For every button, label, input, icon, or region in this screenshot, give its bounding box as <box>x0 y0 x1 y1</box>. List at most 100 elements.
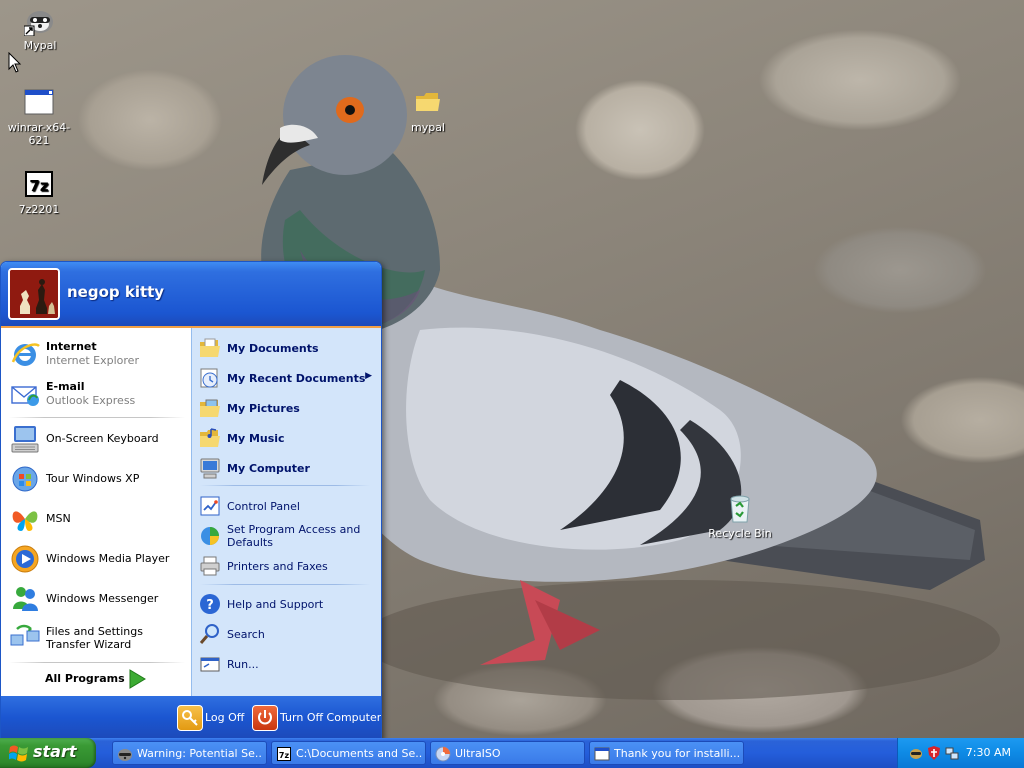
log-off-button[interactable]: Log Off <box>177 704 247 731</box>
media-player-icon <box>11 545 39 573</box>
place-label: My Pictures <box>227 402 300 415</box>
mypal-raccoon-icon <box>24 11 53 36</box>
recent-item-on-screen-keyboard[interactable]: On-Screen Keyboard <box>9 421 187 457</box>
printer-icon <box>200 556 220 576</box>
recent-item-tour-windows-xp[interactable]: Tour Windows XP <box>9 461 187 497</box>
help-icon: ? <box>200 594 220 614</box>
taskbar-item-label: Thank you for installi... <box>614 747 740 760</box>
help-and-support[interactable]: ? Help and Support <box>198 591 378 617</box>
run-icon <box>200 657 220 672</box>
user-name: negop kitty <box>67 283 165 301</box>
desktop-icon-label: winrar-x64-621 <box>7 121 71 147</box>
place-my-recent-documents[interactable]: My Recent Documents ▶ <box>198 365 378 391</box>
place-my-documents[interactable]: My Documents <box>198 335 378 361</box>
mouse-cursor-icon <box>8 52 22 73</box>
recent-item-label: Windows Media Player <box>46 552 170 565</box>
pinned-item-email[interactable]: E-mail Outlook Express <box>9 376 187 412</box>
taskbar-item-warning[interactable]: Warning: Potential Se... <box>112 741 267 765</box>
recent-item-msn[interactable]: MSN <box>9 501 187 537</box>
taskbar-item-label: C:\Documents and Se... <box>296 747 422 760</box>
taskbar-item-ultraiso[interactable]: UltraISO <box>430 741 585 765</box>
tray-raccoon-icon[interactable] <box>908 745 924 761</box>
all-programs-button[interactable]: All Programs <box>1 662 191 696</box>
desktop-icon-label: Recycle Bin <box>708 527 772 540</box>
place-label: My Music <box>227 432 285 445</box>
taskbar: start Warning: Potential Se... 7z C:\Doc… <box>0 738 1024 768</box>
desktop-icon-label: mypal <box>410 121 445 134</box>
music-folder-icon <box>200 428 220 447</box>
network-icon[interactable] <box>944 745 960 761</box>
7zip-icon: 7z <box>25 171 53 197</box>
installer-window-icon <box>594 747 610 761</box>
place-label: My Computer <box>227 462 310 475</box>
pinned-item-title: Internet <box>46 340 97 353</box>
desktop-icon-label: 7z2201 <box>18 203 60 216</box>
recent-item-label: Files and Settings Transfer Wizard <box>46 625 143 651</box>
place-my-pictures[interactable]: My Pictures <box>198 395 378 421</box>
start-menu-header: negop kitty <box>1 262 381 326</box>
all-programs-label: All Programs <box>45 672 125 685</box>
documents-folder-icon <box>200 338 220 357</box>
system-printers-and-faxes[interactable]: Printers and Faxes <box>198 553 378 579</box>
turn-off-computer-button[interactable]: Turn Off Computer <box>252 704 381 731</box>
desktop-icon-winrar[interactable]: winrar-x64-621 <box>0 86 79 147</box>
user-avatar[interactable] <box>8 268 60 320</box>
recent-item-label: Tour Windows XP <box>46 472 140 485</box>
control-panel-icon <box>200 496 220 516</box>
computer-icon <box>200 458 220 479</box>
desktop-icon-label: Mypal <box>23 39 57 52</box>
taskbar-item-7zip[interactable]: 7z C:\Documents and Se... <box>271 741 426 765</box>
start-menu-left-pane: Internet Internet Explorer E-mail Outloo… <box>1 328 191 698</box>
chess-pieces-avatar-icon <box>10 270 58 318</box>
recent-item-windows-media-player[interactable]: Windows Media Player <box>9 541 187 577</box>
installer-window-icon <box>24 89 54 115</box>
divider <box>9 417 185 418</box>
clock[interactable]: 7:30 AM <box>966 746 1011 759</box>
place-my-computer[interactable]: My Computer <box>198 455 378 481</box>
pinned-item-internet[interactable]: Internet Internet Explorer <box>9 336 187 372</box>
recent-item-label: Windows Messenger <box>46 592 159 605</box>
start-button[interactable]: start <box>0 738 96 768</box>
recent-item-label: MSN <box>46 512 71 525</box>
folder-icon <box>416 93 440 111</box>
recent-item-files-settings-transfer[interactable]: Files and Settings Transfer Wizard <box>9 621 187 657</box>
start-menu-body: Internet Internet Explorer E-mail Outloo… <box>1 326 381 698</box>
submenu-arrow-icon: ▶ <box>365 371 372 381</box>
recent-item-windows-messenger[interactable]: Windows Messenger <box>9 581 187 617</box>
desktop-icon-mypal[interactable]: Mypal <box>0 4 80 52</box>
desktop-icon-recycle-bin[interactable]: Recycle Bin <box>700 492 780 540</box>
run-item[interactable]: Run... <box>198 651 378 677</box>
system-control-panel[interactable]: Control Panel <box>198 493 378 519</box>
power-icon <box>252 705 278 731</box>
start-menu: negop kitty Internet Internet Explorer E… <box>0 261 382 740</box>
recent-item-label: On-Screen Keyboard <box>46 432 159 445</box>
start-menu-right-pane: My Documents My Recent Documents ▶ My Pi… <box>191 328 381 698</box>
recent-documents-icon <box>200 368 218 388</box>
place-label: My Recent Documents <box>227 372 366 385</box>
desktop-icon-mypal-folder[interactable]: mypal <box>388 86 468 134</box>
log-off-label: Log Off <box>205 711 245 724</box>
internet-explorer-icon <box>11 343 40 366</box>
system-program-access-defaults[interactable]: Set Program Access and Defaults <box>198 523 378 555</box>
help-label: Help and Support <box>227 598 324 611</box>
desktop-icon-7z2201[interactable]: 7z 7z2201 <box>0 168 79 216</box>
green-arrow-icon <box>129 669 146 689</box>
divider <box>200 584 370 585</box>
search-item[interactable]: Search <box>198 621 378 647</box>
help-label: Run... <box>227 658 259 671</box>
keyboard-icon <box>11 426 39 453</box>
outlook-express-icon <box>11 386 39 406</box>
7zip-icon: 7z <box>277 747 291 761</box>
raccoon-icon <box>118 749 132 761</box>
security-shield-icon[interactable] <box>926 745 942 761</box>
transfer-wizard-icon <box>10 624 40 646</box>
taskbar-item-installer[interactable]: Thank you for installi... <box>589 741 744 765</box>
log-off-key-icon <box>177 705 203 731</box>
svg-text:7z: 7z <box>279 751 290 760</box>
taskbar-item-label: Warning: Potential Se... <box>137 747 263 760</box>
system-label: Set Program Access and Defaults <box>227 523 361 549</box>
place-my-music[interactable]: My Music <box>198 425 378 451</box>
taskbar-item-label: UltraISO <box>455 747 501 760</box>
msn-butterfly-icon <box>12 511 38 531</box>
start-label: start <box>33 742 77 761</box>
